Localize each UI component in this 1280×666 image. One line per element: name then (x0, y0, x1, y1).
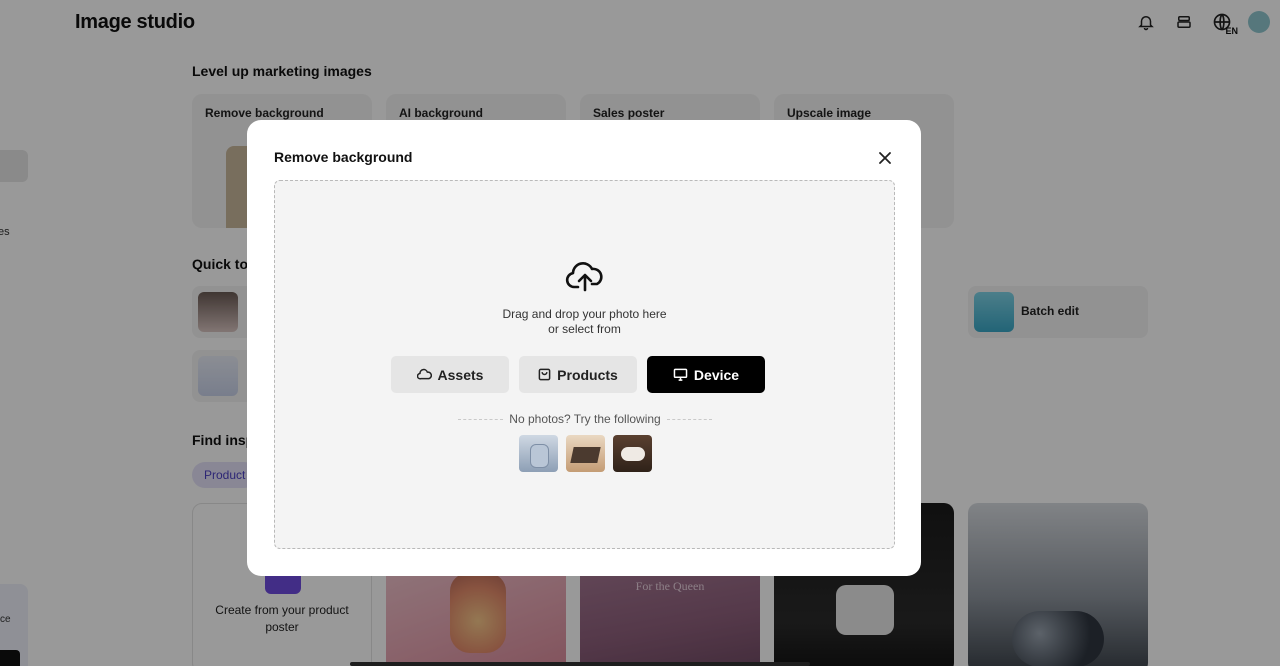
bag-icon (538, 368, 551, 381)
drop-line-2: or select from (548, 322, 621, 336)
monitor-icon (673, 368, 688, 381)
device-label: Device (693, 366, 740, 383)
close-button[interactable] (874, 147, 896, 169)
upload-dropzone[interactable]: Drag and drop your photo here or select … (274, 180, 895, 549)
drop-instructions: Drag and drop your photo here or select … (275, 307, 894, 337)
earbuds-sample[interactable] (519, 435, 558, 472)
remove-background-dialog: Remove background Drag and drop your pho… (247, 120, 921, 576)
device-button[interactable]: Device (647, 356, 765, 393)
drop-line-1: Drag and drop your photo here (502, 307, 667, 321)
assets-label: Assets (437, 366, 484, 383)
jewelry-box-sample[interactable] (566, 435, 605, 472)
sample-prompt: No photos? Try the following (509, 412, 661, 426)
sample-images (519, 435, 652, 472)
products-button[interactable]: Products (519, 356, 637, 393)
close-icon (879, 152, 891, 164)
divider-line (666, 418, 713, 420)
cushion-sample[interactable] (613, 435, 652, 472)
sample-divider: No photos? Try the following (458, 412, 713, 426)
divider-line (458, 418, 504, 420)
assets-button[interactable]: Assets (391, 356, 509, 393)
cloud-icon (416, 368, 432, 381)
cloud-upload-icon (565, 262, 603, 292)
dialog-title: Remove background (274, 149, 413, 165)
source-buttons: Assets Products Device (391, 356, 765, 393)
products-label: Products (557, 366, 618, 383)
